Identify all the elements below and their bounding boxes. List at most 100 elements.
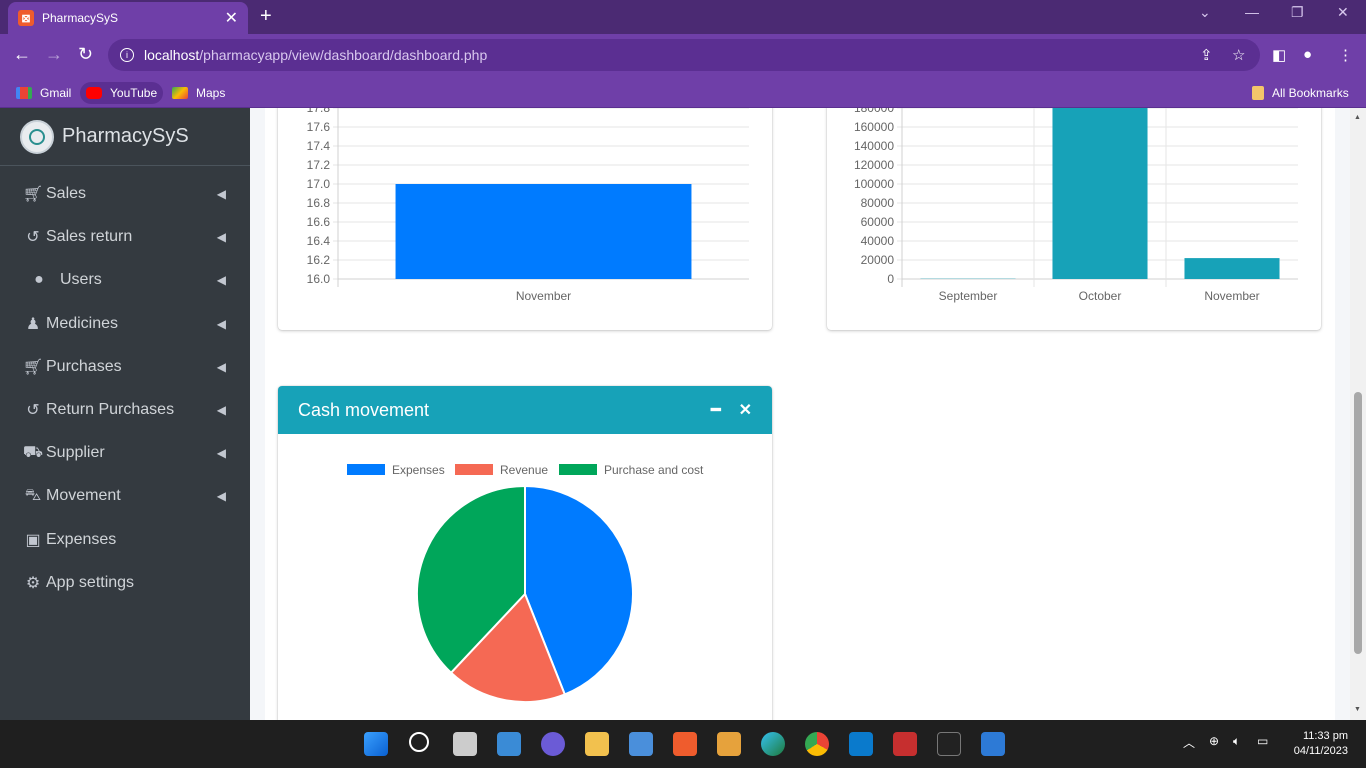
bookmark-star-icon[interactable]: ☆ [1232,46,1245,64]
tab-title: PharmacySyS [42,11,119,25]
content-area: 16.0 16.2 16.4 16.6 16.8 17.0 17.2 17.4 17.6 17.8… [265,108,1335,720]
monthly-revenue-bar-chart: 0 20000 40000 60000 80000 100000 120000 140000 1… [854,108,1298,303]
close-tab-icon[interactable]: ✕ [225,8,238,28]
file-explorer-icon[interactable] [585,732,609,756]
back-icon[interactable]: ← [13,44,31,65]
browser-tab[interactable]: ⊠ PharmacySyS ✕ [8,2,248,34]
browser-tab-strip: ⊠ PharmacySyS ✕ + ⌄ — ❐ ✕ [0,0,1366,34]
sidebar-item-sales[interactable]: 🛒︎ Sales ◀ [0,174,250,214]
chevron-left-icon: ◀ [216,360,226,374]
tab-search-icon[interactable]: ⌄ [1199,4,1211,21]
bookmark-maps[interactable]: Maps [166,82,231,104]
money-icon: ▣ [25,532,41,549]
y-tick-label: 20000 [861,253,895,267]
y-tick-label: 140000 [854,139,894,153]
card-tools: ━ ✕ [711,400,752,420]
globe-icon[interactable]: ⊕ [1209,734,1219,748]
undo-icon: ↺ [26,229,40,246]
app-icon[interactable] [717,732,741,756]
info-icon[interactable]: i [120,48,134,62]
y-tick-label: 60000 [861,215,895,229]
forward-icon[interactable]: → [45,44,63,65]
side-panel-icon[interactable]: ◧ [1272,46,1286,64]
windows-start-icon[interactable] [364,732,388,756]
page-scrollbar[interactable]: ▲ ▼ [1350,108,1366,720]
chrome-icon[interactable] [805,732,829,756]
monthly-bar-chart: 16.0 16.2 16.4 16.6 16.8 17.0 17.2 17.4 17.6 17.8… [307,108,749,303]
address-bar-row: ← → ↻ i localhost/pharmacyapp/view/dashb… [0,34,1366,76]
cash-movement-card: Cash movement ━ ✕ Expenses Revenue Purchas… [278,386,772,720]
sidebar-item-users[interactable]: ● Users ◀ [0,260,250,300]
sidebar-item-movement[interactable]: ⛍ Movement ◀ [0,476,250,516]
chevron-left-icon: ◀ [216,187,226,201]
new-tab-icon[interactable]: + [260,5,272,28]
profile-icon[interactable]: ● [1303,46,1312,63]
chevron-left-icon: ◀ [216,403,226,417]
photos-icon[interactable] [981,732,1005,756]
sidebar-item-medicines[interactable]: ♟ Medicines ◀ [0,304,250,344]
bookmarks-bar: Gmail YouTube Maps All Bookmarks [0,76,1366,108]
task-view-icon[interactable] [453,732,477,756]
chevron-left-icon: ◀ [216,317,226,331]
edge-icon[interactable] [761,732,785,756]
bookmark-gmail[interactable]: Gmail [10,82,77,104]
system-clock[interactable]: 11:33 pm 04/11/2023 [1294,729,1348,759]
maximize-icon[interactable]: ❐ [1291,4,1304,21]
brand-link[interactable]: PharmacySyS [0,108,250,166]
y-tick-label: 100000 [854,177,894,191]
volume-icon[interactable]: 🔈︎ [1233,734,1240,749]
cart-icon: 🛒︎ [22,359,44,376]
youtube-icon [86,87,102,99]
tray-chevron-up-icon[interactable]: ︿ [1183,734,1195,751]
battery-icon[interactable]: ▭ [1257,734,1268,748]
sidebar-item-return-purchases[interactable]: ↺ Return Purchases ◀ [0,390,250,430]
scroll-up-icon[interactable]: ▲ [1354,114,1361,121]
remove-close-icon[interactable]: ✕ [739,400,752,420]
y-tick-label: 160000 [854,120,894,134]
y-tick-label: 40000 [861,234,895,248]
maps-icon [172,87,188,99]
user-icon: ● [34,271,44,288]
close-window-icon[interactable]: ✕ [1337,4,1349,21]
chevron-left-icon: ◀ [216,446,226,460]
sidebar-item-sales-return[interactable]: ↺ Sales return ◀ [0,217,250,257]
sidebar-item-supplier[interactable]: ⛟ Supplier ◀ [0,433,250,473]
vscode-icon[interactable] [849,732,873,756]
url-field[interactable]: i localhost/pharmacyapp/view/dashboard/d… [108,39,1260,71]
terminal-icon[interactable] [937,732,961,756]
search-icon[interactable] [409,732,429,752]
truck-icon: ⛟ [22,444,44,461]
y-tick-label: 17.8 [307,108,331,115]
url-path: /pharmacyapp/view/dashboard/dashboard.ph… [199,47,488,63]
xampp-icon[interactable] [673,732,697,756]
x-tick-label: November [516,289,571,303]
bookmark-youtube[interactable]: YouTube [80,82,164,104]
windows-taskbar: ︿ ⊕ 🔈︎ ▭ 11:33 pm 04/11/2023 [0,720,1366,768]
reload-icon[interactable]: ↻ [78,44,93,65]
gmail-icon [16,87,32,99]
sidebar-item-expenses[interactable]: ▣ Expenses [0,520,250,560]
sales-chart-card: 16.0 16.2 16.4 16.6 16.8 17.0 17.2 17.4 17.6 17.8… [278,108,772,330]
collapse-minus-icon[interactable]: ━ [711,400,721,420]
y-tick-label: 16.0 [307,272,331,286]
y-tick-label: 16.2 [307,253,331,267]
snipping-tool-icon[interactable] [893,732,917,756]
user-md-icon: ♟ [25,316,41,333]
legend-label: Expenses [392,463,445,477]
sidebar-item-app-settings[interactable]: ⚙ App settings [0,563,250,603]
x-tick-label: September [939,289,998,303]
store-icon[interactable] [629,732,653,756]
revenue-chart-card: 0 20000 40000 60000 80000 100000 120000 140000 1… [827,108,1321,330]
y-tick-label: 180000 [854,108,894,115]
all-bookmarks[interactable]: All Bookmarks [1246,82,1355,104]
sidebar-item-purchases[interactable]: 🛒︎ Purchases ◀ [0,347,250,387]
scroll-down-icon[interactable]: ▼ [1354,706,1361,713]
menu-dots-icon[interactable]: ⋮ [1338,46,1353,64]
clock-date: 04/11/2023 [1293,745,1348,757]
y-tick-label: 16.4 [307,234,331,248]
scroll-thumb[interactable] [1354,392,1362,654]
share-icon[interactable]: ⇪ [1200,46,1213,64]
minimize-icon[interactable]: — [1245,4,1259,20]
chat-icon[interactable] [541,732,565,756]
widgets-icon[interactable] [497,732,521,756]
